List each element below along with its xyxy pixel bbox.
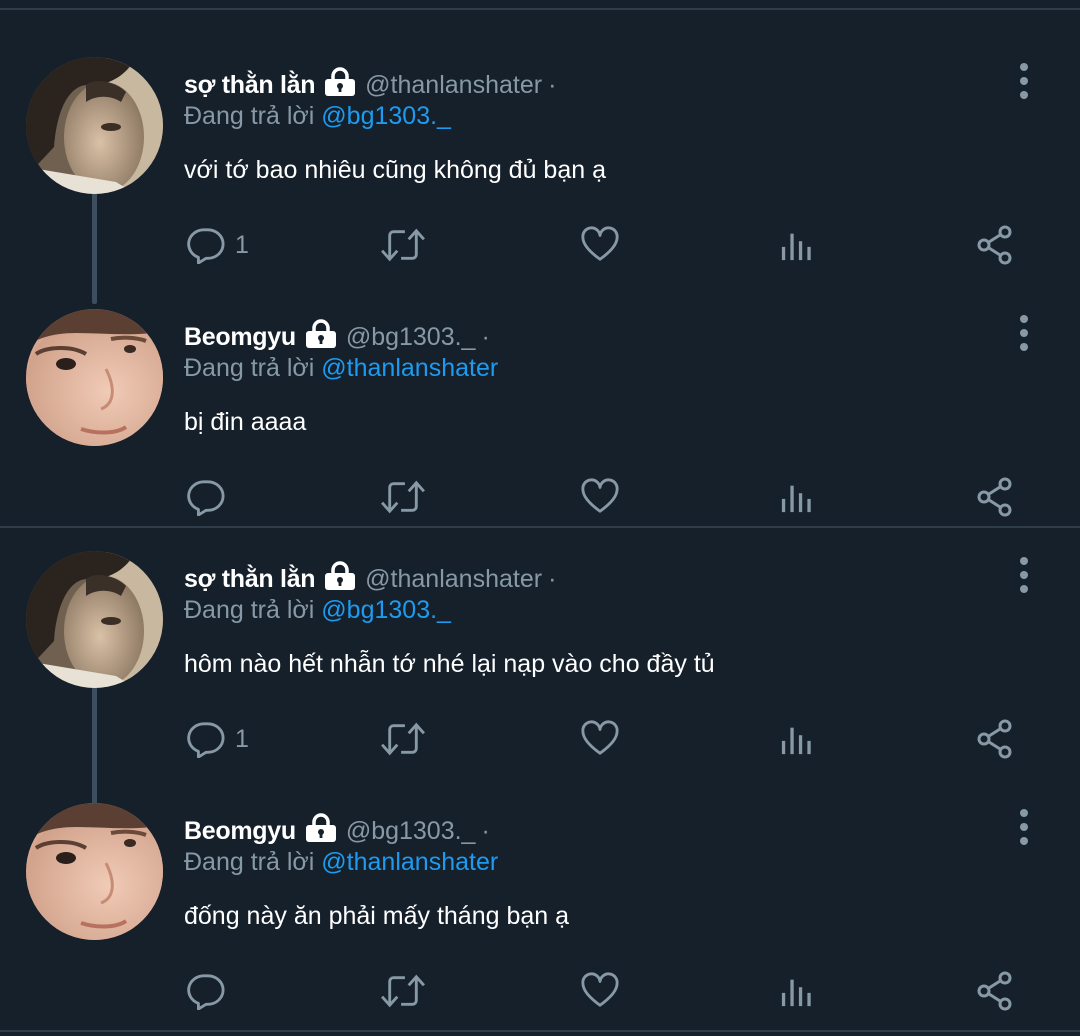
reply-count: 1 — [235, 724, 249, 753]
conversation-thread: sợ thằn lằn @thanlanshater · Đang trả lờ… — [0, 504, 1080, 1036]
tweet-text: đống này ăn phải mấy tháng bạn ạ — [184, 902, 570, 930]
username-handle[interactable]: @bg1303._ — [346, 323, 476, 352]
replying-to-label: Đang trả lời — [184, 596, 315, 624]
tweet-text: với tớ bao nhiêu cũng không đủ bạn ạ — [184, 156, 606, 184]
username-handle[interactable]: @thanlanshater — [365, 71, 542, 100]
reply-icon — [187, 226, 225, 264]
lock-icon — [304, 319, 338, 349]
replying-to-mention[interactable]: @thanlanshater — [321, 848, 498, 876]
reply-icon — [187, 972, 225, 1010]
replying-to-mention[interactable]: @bg1303._ — [321, 102, 451, 130]
more-options-icon[interactable] — [1014, 809, 1034, 845]
bar-chart-icon — [780, 720, 814, 758]
display-name[interactable]: Beomgyu — [184, 817, 296, 846]
tweet-header: sợ thằn lằn @thanlanshater · — [184, 559, 556, 599]
avatar[interactable] — [26, 309, 163, 446]
replying-to-label: Đang trả lời — [184, 848, 315, 876]
tweet-header: Beomgyu @bg1303._ · — [184, 317, 490, 357]
separator-dot: · — [548, 564, 557, 593]
lock-icon — [304, 813, 338, 843]
retweet-icon — [380, 972, 426, 1010]
share-icon — [975, 971, 1015, 1011]
more-options-icon[interactable] — [1014, 63, 1034, 99]
tweet-actions — [0, 968, 1080, 1014]
separator-dot: · — [548, 70, 557, 99]
separator-dot: · — [481, 322, 490, 351]
replying-to-mention[interactable]: @thanlanshater — [321, 354, 498, 382]
display-name[interactable]: Beomgyu — [184, 323, 296, 352]
retweet-icon — [380, 720, 426, 758]
avatar[interactable] — [26, 803, 163, 940]
tweet-header: sợ thằn lằn @thanlanshater · — [184, 65, 556, 105]
share-icon — [975, 225, 1015, 265]
separator-dot: · — [481, 816, 490, 845]
replying-to-mention[interactable]: @bg1303._ — [321, 596, 451, 624]
replying-to: Đang trả lời @bg1303._ — [184, 102, 451, 131]
username-handle[interactable]: @thanlanshater — [365, 565, 542, 594]
tweet[interactable]: sợ thằn lằn @thanlanshater · Đang trả lờ… — [0, 504, 1080, 756]
replying-to: Đang trả lời @thanlanshater — [184, 848, 498, 877]
reply-count: 1 — [235, 230, 249, 259]
conversation-thread: sợ thằn lằn @thanlanshater · Đang trả lờ… — [0, 10, 1080, 526]
bar-chart-icon — [780, 226, 814, 264]
heart-icon — [580, 720, 620, 758]
tweet-text: hôm nào hết nhẫn tớ nhé lại nạp vào cho … — [184, 650, 715, 678]
replying-to: Đang trả lời @thanlanshater — [184, 354, 498, 383]
bar-chart-icon — [780, 972, 814, 1010]
tweet-header: Beomgyu @bg1303._ · — [184, 811, 490, 851]
username-handle[interactable]: @bg1303._ — [346, 817, 476, 846]
lock-icon — [323, 67, 357, 97]
replying-to-label: Đang trả lời — [184, 102, 315, 130]
analytics-button[interactable] — [780, 968, 814, 1014]
tweet-text: bị đin aaaa — [184, 408, 307, 436]
reply-button[interactable] — [187, 968, 235, 1014]
like-button[interactable] — [580, 968, 620, 1014]
display-name[interactable]: sợ thằn lằn — [184, 71, 315, 100]
avatar[interactable] — [26, 57, 163, 194]
replying-to: Đang trả lời @bg1303._ — [184, 596, 451, 625]
lock-icon — [323, 561, 357, 591]
tweet[interactable]: Beomgyu @bg1303._ · Đang trả lời @thanla… — [0, 262, 1080, 514]
retweet-icon — [380, 226, 426, 264]
heart-icon — [580, 972, 620, 1010]
share-button[interactable] — [975, 968, 1015, 1014]
heart-icon — [580, 226, 620, 264]
replying-to-label: Đang trả lời — [184, 354, 315, 382]
display-name[interactable]: sợ thằn lằn — [184, 565, 315, 594]
tweet[interactable]: sợ thằn lằn @thanlanshater · Đang trả lờ… — [0, 10, 1080, 262]
more-options-icon[interactable] — [1014, 557, 1034, 593]
thread-divider — [0, 1030, 1080, 1032]
tweet[interactable]: Beomgyu @bg1303._ · Đang trả lời @thanla… — [0, 756, 1080, 1008]
reply-icon — [187, 720, 225, 758]
more-options-icon[interactable] — [1014, 315, 1034, 351]
retweet-button[interactable] — [380, 968, 426, 1014]
avatar[interactable] — [26, 551, 163, 688]
share-icon — [975, 719, 1015, 759]
